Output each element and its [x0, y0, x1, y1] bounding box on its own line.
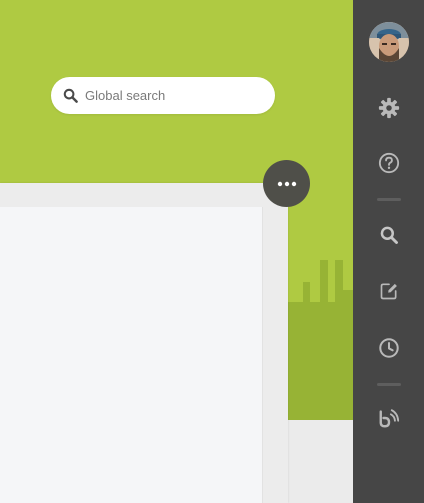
sidebar-divider [377, 383, 401, 386]
clock-icon [379, 338, 399, 358]
content-panel-body [0, 207, 263, 503]
avatar[interactable] [369, 22, 409, 62]
search-icon [380, 226, 398, 244]
panel-more-button[interactable] [263, 160, 310, 207]
sidebar-divider [377, 198, 401, 201]
search-button[interactable] [376, 222, 402, 248]
feed-icon [379, 409, 400, 428]
content-panel [0, 183, 288, 503]
settings-button[interactable] [376, 95, 402, 121]
feed-button[interactable] [376, 405, 402, 431]
main-area [0, 0, 353, 503]
compose-button[interactable] [376, 278, 402, 304]
right-sidebar [353, 0, 424, 503]
app-window [0, 0, 424, 503]
gear-icon [378, 97, 400, 119]
help-icon [378, 152, 400, 174]
compose-icon [380, 283, 397, 300]
global-search-input[interactable] [85, 77, 265, 114]
global-search-bar[interactable] [51, 77, 275, 114]
ellipsis-icon [277, 181, 296, 186]
avatar-image [369, 22, 409, 62]
history-button[interactable] [376, 335, 402, 361]
help-button[interactable] [376, 150, 402, 176]
search-icon [63, 88, 78, 103]
